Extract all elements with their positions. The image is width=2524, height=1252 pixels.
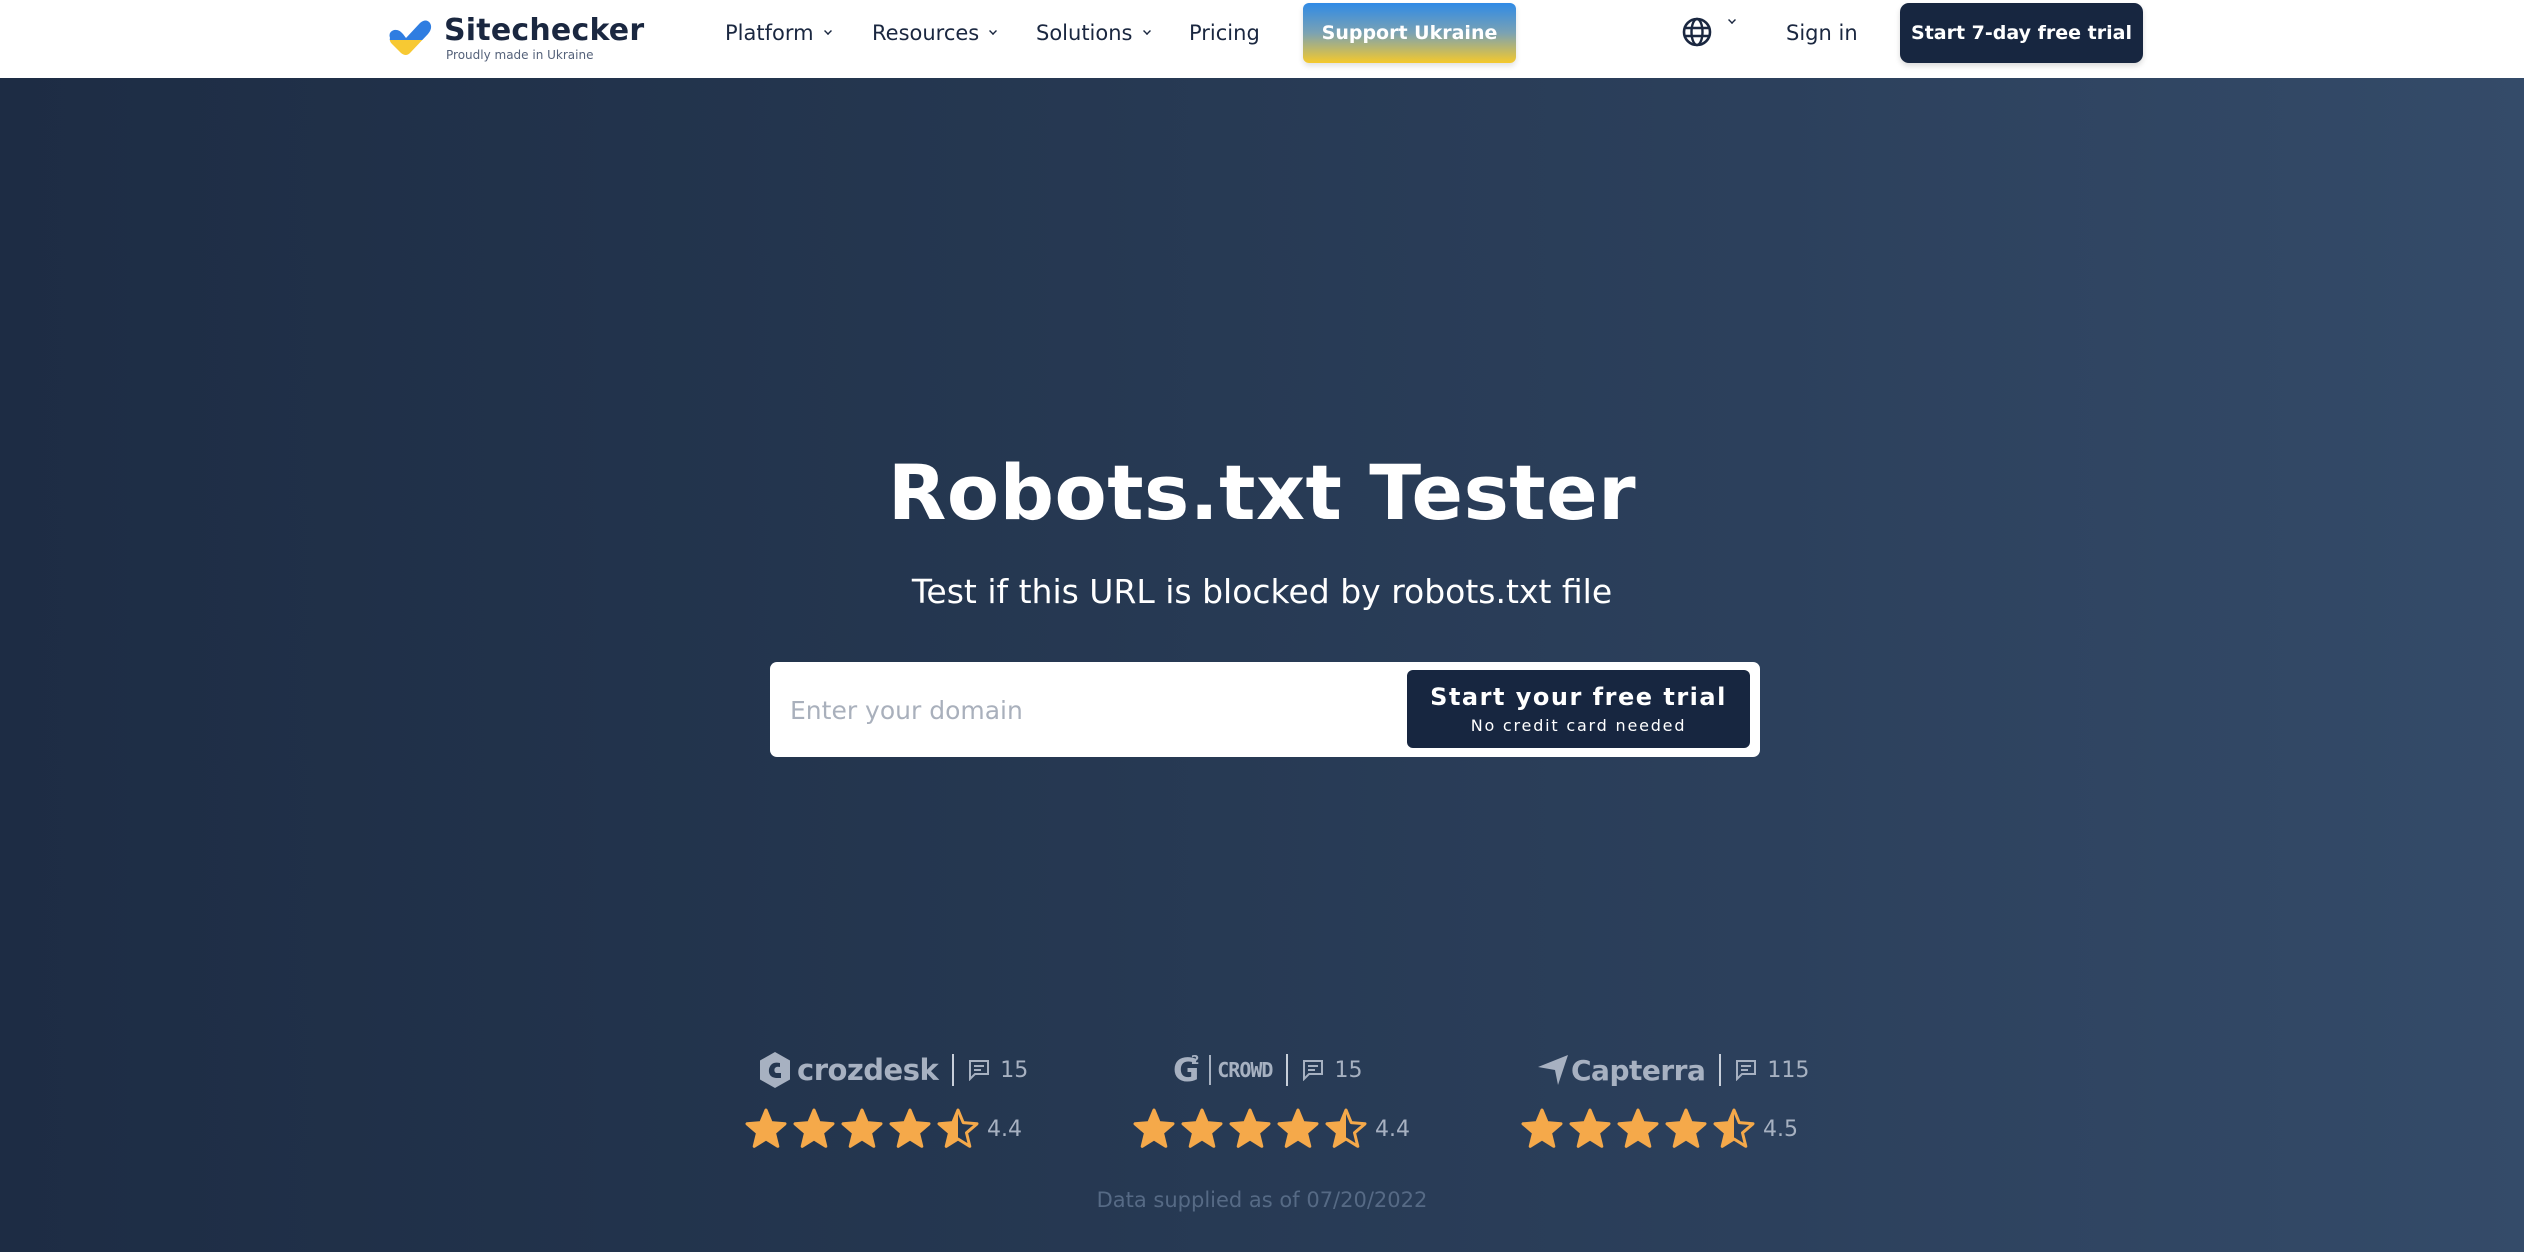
platform-name: CROWD bbox=[1217, 1058, 1273, 1082]
chevron-down-icon bbox=[823, 27, 832, 35]
nav-item-label: Resources bbox=[872, 21, 980, 45]
chevron-down-icon bbox=[1142, 27, 1151, 35]
star-full-icon bbox=[745, 1108, 787, 1148]
review-count-value: 15 bbox=[1334, 1057, 1363, 1083]
nav-item-label: Platform bbox=[725, 21, 814, 45]
star-half-icon bbox=[1713, 1108, 1755, 1148]
nav-item-platform[interactable]: Platform bbox=[725, 0, 832, 66]
chevron-down-icon bbox=[989, 27, 998, 35]
rating-score: 4.4 bbox=[987, 1116, 1022, 1142]
sign-in-link[interactable]: Sign in bbox=[1786, 0, 1858, 66]
support-ukraine-button[interactable]: Support Ukraine bbox=[1303, 3, 1516, 63]
rating-score: 4.5 bbox=[1763, 1116, 1798, 1142]
logo-name: Sitechecker bbox=[444, 12, 645, 48]
star-half-icon bbox=[1325, 1108, 1367, 1148]
domain-search-form: Start your free trial No credit card nee… bbox=[770, 662, 1760, 757]
star-full-icon bbox=[1277, 1108, 1319, 1148]
nav-item-solutions[interactable]: Solutions bbox=[1036, 0, 1151, 66]
logo[interactable]: Sitechecker Proudly made in Ukraine bbox=[386, 8, 644, 68]
language-chevron-down-icon[interactable] bbox=[1728, 16, 1736, 24]
star-full-icon bbox=[1181, 1108, 1223, 1148]
g2-icon: G2 bbox=[1173, 1051, 1200, 1089]
divider bbox=[1719, 1054, 1722, 1086]
g2crowd-logo[interactable]: G2 CROWD bbox=[1173, 1051, 1273, 1089]
logo-tagline: Proudly made in Ukraine bbox=[446, 47, 594, 62]
hero-section: Robots.txt Tester Test if this URL is bl… bbox=[0, 78, 2524, 1252]
crozdesk-icon bbox=[760, 1052, 790, 1088]
data-supplied-note: Data supplied as of 07/20/2022 bbox=[1096, 1188, 1428, 1212]
review-count: 115 bbox=[1735, 1058, 1809, 1083]
globe-icon[interactable] bbox=[1682, 17, 1712, 47]
review-count: 15 bbox=[968, 1058, 1028, 1083]
nav-item-label: Pricing bbox=[1189, 21, 1260, 45]
star-full-icon bbox=[1569, 1108, 1611, 1148]
review-count-value: 15 bbox=[1000, 1057, 1029, 1083]
star-full-icon bbox=[1229, 1108, 1271, 1148]
nav-item-pricing[interactable]: Pricing bbox=[1189, 0, 1260, 66]
capterra-arrow-icon bbox=[1538, 1055, 1568, 1085]
divider bbox=[952, 1054, 955, 1086]
comment-icon bbox=[969, 1060, 990, 1081]
platform-name: Capterra bbox=[1571, 1053, 1706, 1087]
capterra-logo[interactable]: Capterra bbox=[1537, 1053, 1706, 1087]
domain-input[interactable] bbox=[790, 680, 1390, 740]
star-full-icon bbox=[1617, 1108, 1659, 1148]
cta-label: Start your free trial bbox=[1430, 683, 1727, 711]
review-count: 15 bbox=[1302, 1058, 1362, 1083]
star-full-icon bbox=[1521, 1108, 1563, 1148]
star-full-icon bbox=[1665, 1108, 1707, 1148]
platform-name: crozdesk bbox=[797, 1053, 939, 1087]
rating-score: 4.4 bbox=[1375, 1116, 1410, 1142]
nav-item-label: Solutions bbox=[1036, 21, 1133, 45]
top-navigation: Sitechecker Proudly made in Ukraine Plat… bbox=[0, 0, 2524, 78]
star-full-icon bbox=[793, 1108, 835, 1148]
crozdesk-logo[interactable]: crozdesk bbox=[757, 1051, 939, 1089]
divider bbox=[1286, 1054, 1289, 1086]
star-rating: 4.4 bbox=[745, 1108, 1022, 1150]
star-rating: 4.5 bbox=[1521, 1108, 1798, 1150]
star-half-icon bbox=[937, 1108, 979, 1148]
star-rating: 4.4 bbox=[1133, 1108, 1410, 1150]
comment-icon bbox=[1736, 1060, 1757, 1081]
nav-item-resources[interactable]: Resources bbox=[872, 0, 998, 66]
star-full-icon bbox=[1133, 1108, 1175, 1148]
start-free-trial-button[interactable]: Start your free trial No credit card nee… bbox=[1407, 670, 1750, 748]
comment-icon bbox=[1303, 1060, 1324, 1081]
star-full-icon bbox=[889, 1108, 931, 1148]
star-full-icon bbox=[841, 1108, 883, 1148]
logo-divider bbox=[1209, 1055, 1212, 1085]
page-subtitle: Test if this URL is blocked by robots.tx… bbox=[911, 572, 1613, 611]
page-title: Robots.txt Tester bbox=[887, 448, 1637, 537]
cta-sublabel: No credit card needed bbox=[1470, 716, 1687, 735]
logo-heart-check-icon bbox=[389, 20, 432, 55]
review-count-value: 115 bbox=[1767, 1057, 1810, 1083]
start-trial-button[interactable]: Start 7-day free trial bbox=[1900, 3, 2143, 63]
